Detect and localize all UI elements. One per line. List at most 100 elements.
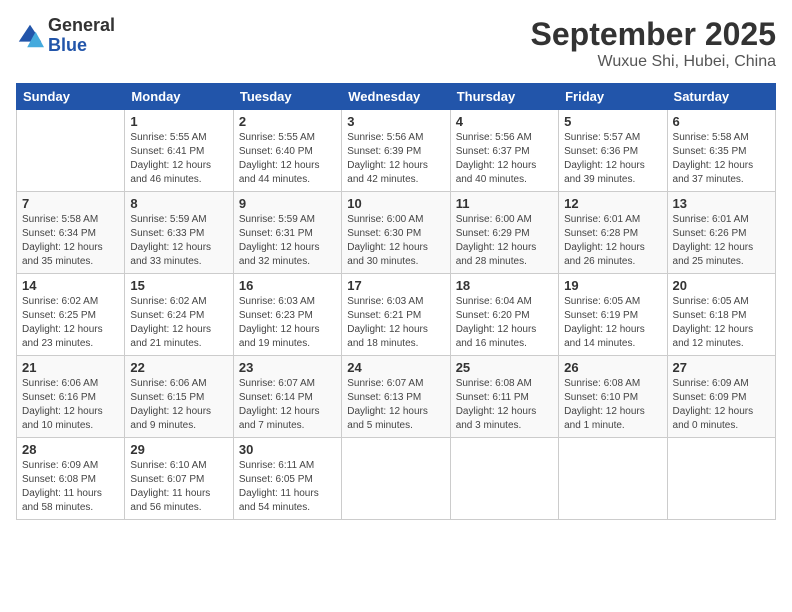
day-number: 16 [239,278,336,293]
day-number: 25 [456,360,553,375]
calendar-cell [450,438,558,520]
calendar-cell: 29 Sunrise: 6:10 AM Sunset: 6:07 PM Dayli… [125,438,233,520]
calendar-cell: 9 Sunrise: 5:59 AM Sunset: 6:31 PM Daylig… [233,192,341,274]
weekday-header-saturday: Saturday [667,84,775,110]
day-number: 27 [673,360,770,375]
day-number: 2 [239,114,336,129]
day-info: Sunrise: 6:10 AM Sunset: 6:07 PM Dayligh… [130,459,227,515]
calendar-cell [342,438,450,520]
day-info: Sunrise: 5:59 AM Sunset: 6:33 PM Dayligh… [130,213,227,269]
day-info: Sunrise: 6:09 AM Sunset: 6:09 PM Dayligh… [673,377,770,433]
weekday-header-tuesday: Tuesday [233,84,341,110]
day-number: 14 [22,278,119,293]
calendar-cell: 12 Sunrise: 6:01 AM Sunset: 6:28 PM Dayli… [559,192,667,274]
logo-blue-text: Blue [48,36,115,56]
weekday-header-wednesday: Wednesday [342,84,450,110]
calendar-cell: 25 Sunrise: 6:08 AM Sunset: 6:11 PM Dayli… [450,356,558,438]
calendar-cell: 16 Sunrise: 6:03 AM Sunset: 6:23 PM Dayli… [233,274,341,356]
calendar-cell: 30Sunrise: 6:11 AM Sunset: 6:05 PM Dayli… [233,438,341,520]
day-info: Sunrise: 5:55 AM Sunset: 6:41 PM Dayligh… [130,131,227,187]
day-number: 9 [239,196,336,211]
day-info: Sunrise: 6:01 AM Sunset: 6:28 PM Dayligh… [564,213,661,269]
day-info: Sunrise: 6:07 AM Sunset: 6:14 PM Dayligh… [239,377,336,433]
calendar-cell: 14Sunrise: 6:02 AM Sunset: 6:25 PM Dayli… [17,274,125,356]
day-number: 26 [564,360,661,375]
day-number: 28 [22,442,119,457]
calendar-week-row: 1 Sunrise: 5:55 AM Sunset: 6:41 PM Daylig… [17,110,776,192]
calendar-cell: 24 Sunrise: 6:07 AM Sunset: 6:13 PM Dayli… [342,356,450,438]
calendar-cell: 27 Sunrise: 6:09 AM Sunset: 6:09 PM Dayli… [667,356,775,438]
day-number: 12 [564,196,661,211]
calendar-cell: 7 Sunrise: 5:58 AM Sunset: 6:34 PM Daylig… [17,192,125,274]
day-info: Sunrise: 6:07 AM Sunset: 6:13 PM Dayligh… [347,377,444,433]
calendar-cell: 20 Sunrise: 6:05 AM Sunset: 6:18 PM Dayli… [667,274,775,356]
day-info: Sunrise: 6:03 AM Sunset: 6:23 PM Dayligh… [239,295,336,351]
calendar-cell: 1 Sunrise: 5:55 AM Sunset: 6:41 PM Daylig… [125,110,233,192]
calendar-cell: 21 Sunrise: 6:06 AM Sunset: 6:16 PM Dayli… [17,356,125,438]
day-number: 22 [130,360,227,375]
weekday-header-sunday: Sunday [17,84,125,110]
day-info: Sunrise: 6:02 AM Sunset: 6:24 PM Dayligh… [130,295,227,351]
day-info: Sunrise: 6:05 AM Sunset: 6:19 PM Dayligh… [564,295,661,351]
day-number: 4 [456,114,553,129]
weekday-header-friday: Friday [559,84,667,110]
day-info: Sunrise: 6:09 AM Sunset: 6:08 PM Dayligh… [22,459,119,515]
calendar-cell: 10Sunrise: 6:00 AM Sunset: 6:30 PM Dayli… [342,192,450,274]
day-info: Sunrise: 5:59 AM Sunset: 6:31 PM Dayligh… [239,213,336,269]
day-number: 29 [130,442,227,457]
day-info: Sunrise: 6:04 AM Sunset: 6:20 PM Dayligh… [456,295,553,351]
calendar-week-row: 14Sunrise: 6:02 AM Sunset: 6:25 PM Dayli… [17,274,776,356]
day-number: 24 [347,360,444,375]
calendar-cell: 13 Sunrise: 6:01 AM Sunset: 6:26 PM Dayli… [667,192,775,274]
day-info: Sunrise: 6:00 AM Sunset: 6:29 PM Dayligh… [456,213,553,269]
calendar-table: SundayMondayTuesdayWednesdayThursdayFrid… [16,83,776,520]
calendar-week-row: 7 Sunrise: 5:58 AM Sunset: 6:34 PM Daylig… [17,192,776,274]
day-number: 7 [22,196,119,211]
day-info: Sunrise: 6:08 AM Sunset: 6:11 PM Dayligh… [456,377,553,433]
day-info: Sunrise: 5:58 AM Sunset: 6:34 PM Dayligh… [22,213,119,269]
calendar-cell: 4 Sunrise: 5:56 AM Sunset: 6:37 PM Daylig… [450,110,558,192]
calendar-cell: 5 Sunrise: 5:57 AM Sunset: 6:36 PM Daylig… [559,110,667,192]
day-number: 21 [22,360,119,375]
calendar-week-row: 21 Sunrise: 6:06 AM Sunset: 6:16 PM Dayli… [17,356,776,438]
day-number: 3 [347,114,444,129]
day-number: 17 [347,278,444,293]
weekday-header-thursday: Thursday [450,84,558,110]
day-number: 8 [130,196,227,211]
calendar-cell: 2 Sunrise: 5:55 AM Sunset: 6:40 PM Daylig… [233,110,341,192]
logo: General Blue [16,16,115,56]
day-number: 5 [564,114,661,129]
calendar-cell: 8 Sunrise: 5:59 AM Sunset: 6:33 PM Daylig… [125,192,233,274]
month-title: September 2025 [531,16,776,53]
day-number: 13 [673,196,770,211]
day-number: 20 [673,278,770,293]
day-number: 6 [673,114,770,129]
calendar-header-row: SundayMondayTuesdayWednesdayThursdayFrid… [17,84,776,110]
calendar-cell: 28 Sunrise: 6:09 AM Sunset: 6:08 PM Dayli… [17,438,125,520]
day-number: 1 [130,114,227,129]
day-info: Sunrise: 6:00 AM Sunset: 6:30 PM Dayligh… [347,213,444,269]
calendar-cell [559,438,667,520]
day-info: Sunrise: 6:01 AM Sunset: 6:26 PM Dayligh… [673,213,770,269]
calendar-week-row: 28 Sunrise: 6:09 AM Sunset: 6:08 PM Dayli… [17,438,776,520]
day-number: 30 [239,442,336,457]
calendar-cell: 3Sunrise: 5:56 AM Sunset: 6:39 PM Daylig… [342,110,450,192]
day-info: Sunrise: 6:05 AM Sunset: 6:18 PM Dayligh… [673,295,770,351]
day-info: Sunrise: 6:03 AM Sunset: 6:21 PM Dayligh… [347,295,444,351]
calendar-cell: 17 Sunrise: 6:03 AM Sunset: 6:21 PM Dayli… [342,274,450,356]
day-number: 23 [239,360,336,375]
calendar-cell: 18Sunrise: 6:04 AM Sunset: 6:20 PM Dayli… [450,274,558,356]
calendar-cell [667,438,775,520]
title-block: September 2025 Wuxue Shi, Hubei, China [531,16,776,71]
day-number: 11 [456,196,553,211]
page-header: General Blue September 2025 Wuxue Shi, H… [16,16,776,71]
calendar-cell [17,110,125,192]
day-info: Sunrise: 6:06 AM Sunset: 6:16 PM Dayligh… [22,377,119,433]
day-info: Sunrise: 5:57 AM Sunset: 6:36 PM Dayligh… [564,131,661,187]
location-subtitle: Wuxue Shi, Hubei, China [531,53,776,71]
day-number: 19 [564,278,661,293]
calendar-cell: 6Sunrise: 5:58 AM Sunset: 6:35 PM Daylig… [667,110,775,192]
day-info: Sunrise: 5:56 AM Sunset: 6:37 PM Dayligh… [456,131,553,187]
day-info: Sunrise: 5:55 AM Sunset: 6:40 PM Dayligh… [239,131,336,187]
calendar-cell: 15Sunrise: 6:02 AM Sunset: 6:24 PM Dayli… [125,274,233,356]
